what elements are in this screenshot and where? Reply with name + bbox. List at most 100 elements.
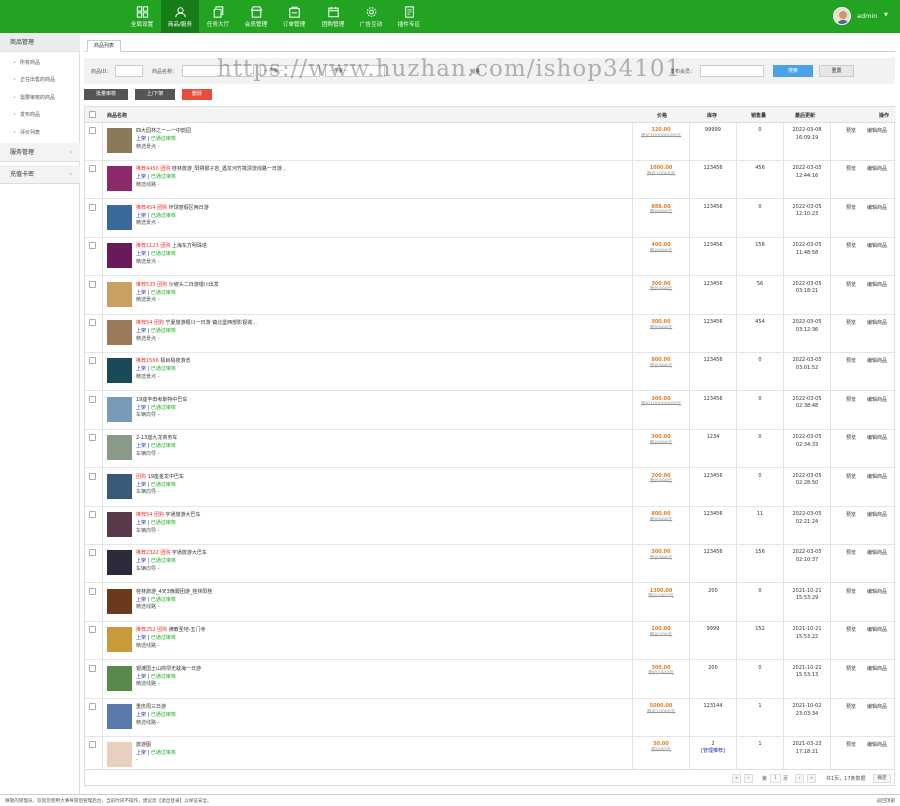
admin-username[interactable]: admin — [857, 12, 877, 20]
product-title[interactable]: 推荐535 团购 沙坡头二日游银川出发 — [136, 281, 386, 288]
product-title[interactable]: 旅游图 — [136, 741, 386, 748]
row-checkbox[interactable] — [89, 319, 96, 326]
status-on-shelf[interactable]: 上架 — [136, 712, 146, 718]
row-checkbox[interactable] — [89, 472, 96, 480]
product-title[interactable]: 推荐1123 团购 上海东方明珠塔 — [136, 242, 386, 249]
edit-product-link[interactable]: 编辑商品 — [867, 127, 887, 134]
product-thumbnail[interactable] — [107, 550, 132, 576]
edit-product-link[interactable]: 编辑商品 — [867, 511, 887, 518]
pager-page-input[interactable]: 1 — [770, 774, 781, 783]
row-checkbox[interactable] — [89, 626, 96, 634]
product-thumbnail[interactable] — [107, 128, 132, 153]
status-on-shelf[interactable]: 上架 — [136, 251, 146, 257]
product-thumbnail[interactable] — [107, 320, 132, 345]
batch-review-button[interactable]: 批量审核 — [84, 89, 128, 100]
nav-item-4[interactable]: 订单管理 — [275, 0, 313, 33]
sidebar-item-publish[interactable]: 发布商品 — [13, 111, 40, 118]
status-on-shelf[interactable]: 上架 — [136, 213, 146, 219]
back-to-top-link[interactable]: 返回顶部 — [877, 798, 895, 804]
edit-product-link[interactable]: 编辑商品 — [867, 242, 887, 249]
pager-confirm-button[interactable]: 确定 — [873, 774, 891, 783]
edit-product-link[interactable]: 编辑商品 — [867, 396, 887, 403]
status-on-shelf[interactable]: 上架 — [136, 750, 146, 756]
preview-link[interactable]: 预览 — [846, 434, 856, 441]
preview-link[interactable]: 预览 — [846, 473, 856, 480]
nav-item-2[interactable]: 任务大厅 — [199, 0, 237, 33]
row-checkbox[interactable] — [89, 741, 96, 749]
row-checkbox[interactable] — [89, 434, 96, 442]
edit-product-link[interactable]: 编辑商品 — [867, 434, 887, 441]
row-checkbox[interactable] — [89, 703, 96, 710]
product-title[interactable]: 推荐1566 极目极夜游览 — [136, 357, 386, 364]
goods-id-input[interactable] — [115, 65, 143, 77]
product-title[interactable]: 推荐54 团购 宇通旅游大巴车 — [136, 511, 386, 518]
product-thumbnail[interactable] — [107, 665, 132, 691]
edit-product-link[interactable]: 编辑商品 — [867, 319, 887, 326]
sidebar-group-cards[interactable]: 充值卡密 › — [0, 165, 80, 184]
preview-link[interactable]: 预览 — [846, 741, 856, 748]
edit-product-link[interactable]: 编辑商品 — [867, 549, 887, 556]
status-on-shelf[interactable]: 上架 — [136, 443, 146, 449]
pager-next[interactable]: › — [795, 774, 804, 783]
chevron-down-icon[interactable]: ▼ — [884, 12, 888, 18]
status-on-shelf[interactable]: 上架 — [136, 520, 146, 526]
product-thumbnail[interactable] — [107, 512, 132, 537]
edit-product-link[interactable]: 编辑商品 — [867, 281, 887, 288]
product-thumbnail[interactable] — [107, 704, 132, 729]
pager-prev[interactable]: ‹ — [744, 774, 753, 783]
status-on-shelf[interactable]: 上架 — [136, 635, 146, 641]
row-checkbox[interactable] — [89, 242, 96, 250]
product-title[interactable]: 银滩国土山商坝无敌海一日游 — [136, 665, 386, 672]
row-checkbox[interactable] — [89, 395, 96, 403]
preview-link[interactable]: 预览 — [846, 703, 856, 710]
sidebar-item-on-sale[interactable]: 正在出售的商品 — [13, 76, 55, 83]
product-thumbnail[interactable] — [107, 396, 132, 422]
row-checkbox[interactable] — [89, 203, 96, 211]
product-title[interactable]: 重庆周三日游 — [136, 703, 386, 710]
edit-product-link[interactable]: 编辑商品 — [867, 204, 887, 211]
product-thumbnail[interactable] — [107, 243, 132, 269]
preview-link[interactable]: 预览 — [846, 204, 856, 211]
row-checkbox[interactable] — [89, 127, 96, 134]
nav-item-6[interactable]: 广告互动 — [352, 0, 390, 33]
edit-product-link[interactable]: 编辑商品 — [867, 703, 887, 710]
product-title[interactable]: 推荐54 团购 宁夏旅游银川一日游 镇北堡西部影视城... — [136, 319, 386, 326]
edit-product-link[interactable]: 编辑商品 — [867, 588, 887, 595]
product-thumbnail[interactable] — [107, 588, 132, 614]
preview-link[interactable]: 预览 — [846, 357, 856, 364]
product-thumbnail[interactable] — [107, 281, 132, 307]
product-thumbnail[interactable] — [107, 435, 132, 461]
row-checkbox[interactable] — [89, 587, 96, 595]
preview-link[interactable]: 预览 — [846, 319, 856, 326]
preview-link[interactable]: 预览 — [846, 549, 856, 556]
preview-link[interactable]: 预览 — [846, 511, 856, 518]
status-on-shelf[interactable]: 上架 — [136, 136, 146, 142]
status-on-shelf[interactable]: 上架 — [136, 328, 146, 334]
edit-product-link[interactable]: 编辑商品 — [867, 665, 887, 672]
status-on-shelf[interactable]: 上架 — [136, 674, 146, 680]
product-title[interactable]: 2-13座九龙商务车 — [136, 434, 386, 441]
pager-last[interactable]: » — [807, 774, 816, 783]
product-title[interactable]: 桂林旅游_4天3晚跟团游_桂林阳桂 — [136, 588, 386, 595]
row-checkbox[interactable] — [89, 511, 96, 518]
preview-link[interactable]: 预览 — [846, 396, 856, 403]
search-button[interactable]: 搜索 — [773, 65, 813, 77]
status-on-shelf[interactable]: 上架 — [136, 290, 146, 296]
status-on-shelf[interactable]: 上架 — [136, 597, 146, 603]
sidebar-item-reviews[interactable]: 评价列表 — [13, 129, 40, 136]
status-on-shelf[interactable]: 上架 — [136, 174, 146, 180]
edit-product-link[interactable]: 编辑商品 — [867, 165, 887, 172]
product-thumbnail[interactable] — [107, 627, 132, 653]
member-input[interactable] — [700, 65, 764, 77]
product-thumbnail[interactable] — [107, 473, 132, 499]
preview-link[interactable]: 预览 — [846, 665, 856, 672]
user-avatar[interactable] — [833, 7, 851, 25]
product-title[interactable]: 推荐252 团购 佛教圣地-五门寺 — [136, 626, 386, 633]
row-checkbox[interactable] — [89, 165, 96, 173]
product-title[interactable]: 推荐2322 团购 宇通旅游大巴车 — [136, 549, 386, 556]
edit-product-link[interactable]: 编辑商品 — [867, 473, 887, 480]
product-title[interactable]: 19座丰田考斯特中巴车 — [136, 396, 386, 403]
on-off-shelf-button[interactable]: 上/下架 — [135, 89, 175, 100]
preview-link[interactable]: 预览 — [846, 281, 856, 288]
product-title[interactable]: 推荐454 团购 环球度假区两日游 — [136, 204, 386, 211]
